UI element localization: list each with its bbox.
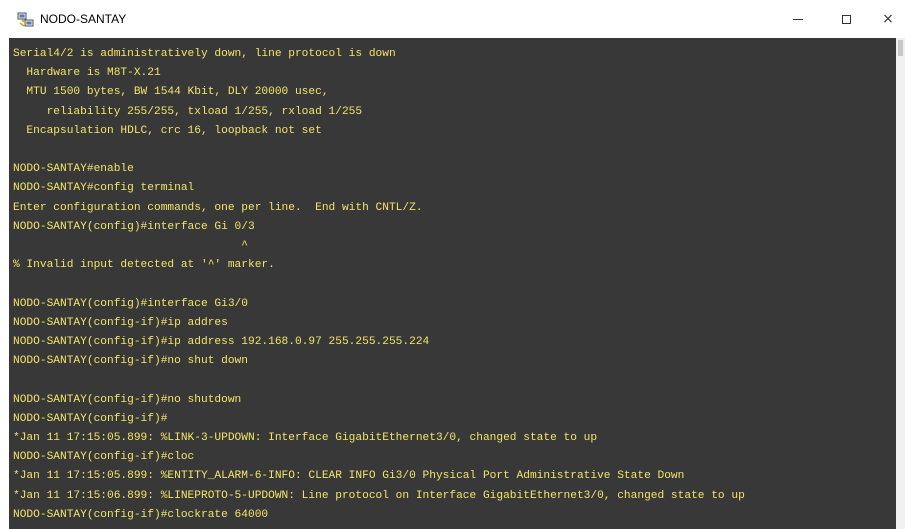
window-title: NODO-SANTAY bbox=[40, 12, 127, 26]
close-icon: × bbox=[882, 11, 894, 27]
terminal-line: MTU 1500 bytes, BW 1544 Kbit, DLY 20000 … bbox=[13, 86, 329, 99]
terminal-line: NODO-SANTAY(config-if)#ip address 192.16… bbox=[13, 336, 430, 348]
maximize-icon bbox=[841, 14, 851, 24]
terminal-line: NODO-SANTAY(config)#interface Gi3/0 bbox=[13, 297, 248, 310]
terminal-line: NODO-SANTAY(config-if)#clockrate 64000 bbox=[13, 508, 269, 521]
close-button[interactable]: × bbox=[870, 5, 905, 33]
terminal-line: *Jan 11 17:15:05.899: %ENTITY_ALARM-6-IN… bbox=[13, 470, 685, 483]
terminal-line: NODO-SANTAY(config-if)#no shut down bbox=[13, 355, 248, 368]
minimize-button[interactable] bbox=[780, 5, 816, 33]
terminal-line: Encapsulation HDLC, crc 16, loopback not… bbox=[13, 124, 322, 137]
terminal-line: *Jan 11 17:15:06.899: %LINEPROTO-5-UPDOW… bbox=[13, 489, 745, 502]
putty-window: NODO-SANTAY × Serial4/2 is administrativ… bbox=[0, 0, 905, 529]
terminal-line: NODO-SANTAY(config)#interface Gi 0/3 bbox=[13, 220, 255, 233]
terminal-line: NODO-SANTAY(config-if)# bbox=[13, 412, 168, 425]
terminal-line: % Invalid input detected at '^' marker. bbox=[13, 259, 275, 272]
title-bar[interactable]: NODO-SANTAY × bbox=[0, 0, 905, 38]
terminal-line: Enter configuration commands, one per li… bbox=[13, 201, 423, 214]
terminal-line: NODO-SANTAY(config-if)#cloc bbox=[13, 451, 195, 464]
terminal-line: NODO-SANTAY#enable bbox=[13, 163, 134, 176]
terminal-output[interactable]: Serial4/2 is administratively down, line… bbox=[9, 38, 896, 529]
vertical-scrollbar[interactable] bbox=[896, 38, 905, 529]
scrollbar-thumb[interactable] bbox=[898, 40, 903, 56]
terminal-line: NODO-SANTAY(config-if)#ip addres bbox=[13, 316, 228, 329]
maximize-button[interactable] bbox=[828, 5, 864, 33]
terminal-line: Hardware is M8T-X.21 bbox=[13, 67, 161, 80]
putty-terminal-icon[interactable] bbox=[17, 12, 35, 28]
terminal-line: ^ bbox=[13, 240, 248, 252]
terminal-line: NODO-SANTAY(config-if)#no shutdown bbox=[13, 393, 242, 406]
terminal-line: reliability 255/255, txload 1/255, rxloa… bbox=[13, 105, 363, 118]
terminal-line: Serial4/2 is administratively down, line… bbox=[13, 48, 396, 60]
minimize-icon bbox=[793, 18, 803, 20]
terminal-line: NODO-SANTAY#config terminal bbox=[13, 182, 195, 195]
terminal-line: *Jan 11 17:15:05.899: %LINK-3-UPDOWN: In… bbox=[13, 432, 598, 444]
